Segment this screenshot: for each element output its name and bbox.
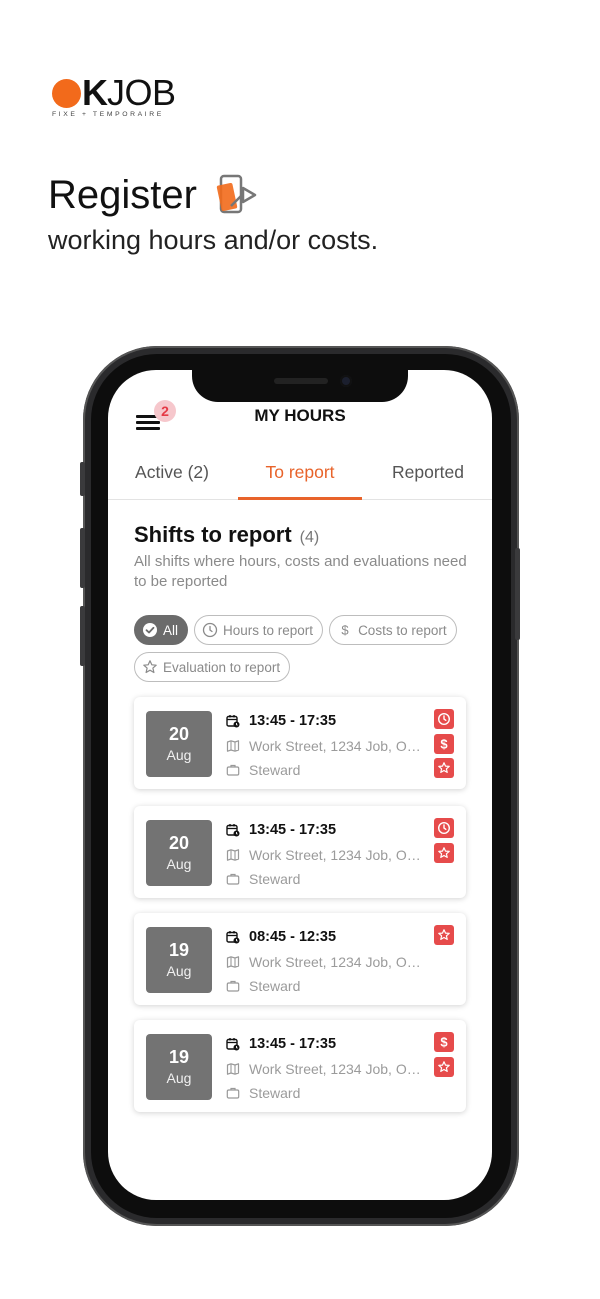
shift-info: 13:45 - 17:35 Work Street, 1234 Job, Op.… xyxy=(226,818,426,892)
shift-day: 19 xyxy=(168,1047,190,1067)
hero-subtitle: working hours and/or costs. xyxy=(48,225,379,255)
page-title: MY HOURS xyxy=(254,406,346,425)
shifts-section-header: Shifts to report (4) All shifts where ho… xyxy=(134,522,474,592)
filter-label: Costs to report xyxy=(358,622,447,638)
shift-role: Steward xyxy=(249,978,301,995)
logo-o-circle xyxy=(52,78,81,108)
shift-month: Aug xyxy=(166,963,192,979)
shift-role: Steward xyxy=(249,1085,301,1102)
logo-k: K xyxy=(82,72,108,113)
map-icon xyxy=(226,1062,240,1075)
shift-day: 20 xyxy=(168,833,190,853)
filter-evaluation-to-report[interactable]: Evaluation to report xyxy=(134,652,291,682)
briefcase-icon xyxy=(226,874,240,885)
clock-flag-icon xyxy=(434,709,454,729)
shift-day: 19 xyxy=(168,940,190,960)
app-screen: 2 MY HOURS Active (2) To report Reported… xyxy=(108,370,492,1200)
phone-camera xyxy=(340,375,352,387)
shift-date: 20 Aug xyxy=(146,820,212,886)
svg-text:$: $ xyxy=(440,737,448,751)
phone-volume-down xyxy=(80,606,85,666)
shift-month: Aug xyxy=(166,747,192,763)
shift-time: 08:45 - 12:35 xyxy=(249,929,337,946)
shift-card[interactable]: 20 Aug 13:45 - 17:35 Work Street, 1234 J… xyxy=(134,806,466,898)
shift-card[interactable]: 19 Aug 08:45 - 12:35 Work Street, 1234 J… xyxy=(134,913,466,1005)
dollar-icon: $ xyxy=(341,623,349,638)
calendar-clock-icon xyxy=(226,715,240,728)
filter-costs-to-report[interactable]: $ Costs to report xyxy=(329,615,457,645)
star-icon xyxy=(143,660,157,674)
svg-text:$: $ xyxy=(440,1035,448,1049)
shift-role: Steward xyxy=(249,871,301,888)
dollar-flag-icon: $ xyxy=(434,1032,454,1052)
shift-date: 20 Aug xyxy=(146,711,212,777)
shift-card[interactable]: 19 Aug 13:45 - 17:35 Work Street, 1234 J… xyxy=(134,1020,466,1112)
shift-address: Work Street, 1234 Job, Op... xyxy=(249,953,423,970)
briefcase-icon xyxy=(226,981,240,992)
filter-hours-to-report[interactable]: Hours to report xyxy=(194,615,324,645)
shift-day: 20 xyxy=(168,724,190,744)
shift-address: Work Street, 1234 Job, Op... xyxy=(249,737,423,754)
filter-label: All xyxy=(163,622,179,638)
shift-address: Work Street, 1234 Job, Op... xyxy=(249,1060,423,1077)
tab-active[interactable]: Active (2) xyxy=(108,458,236,499)
calendar-clock-icon xyxy=(226,1038,240,1051)
map-icon xyxy=(226,848,240,861)
filter-label: Hours to report xyxy=(223,622,314,638)
filter-all[interactable]: All xyxy=(134,615,189,645)
shift-date: 19 Aug xyxy=(146,1034,212,1100)
hero-title: Register xyxy=(48,173,197,217)
check-circle-icon xyxy=(143,623,157,637)
menu-icon-bar xyxy=(136,427,160,430)
shift-date: 19 Aug xyxy=(146,927,212,993)
shift-status-flags: $ xyxy=(434,709,454,778)
shift-month: Aug xyxy=(166,1070,192,1086)
dollar-flag-icon: $ xyxy=(434,733,454,754)
calendar-clock-icon xyxy=(226,824,240,837)
shift-time: 13:45 - 17:35 xyxy=(249,822,337,839)
star-flag-icon xyxy=(434,925,454,945)
tab-bar: Active (2) To report Reported xyxy=(108,458,492,500)
map-icon xyxy=(226,955,240,968)
phone-mute-switch xyxy=(80,462,85,496)
filter-chips: All Hours to report $ Costs to report Ev… xyxy=(134,615,484,682)
logo-job: JOB xyxy=(107,72,176,113)
phone-power-button xyxy=(515,548,520,640)
shift-time: 13:45 - 17:35 xyxy=(249,713,337,730)
phone-speaker xyxy=(274,378,328,384)
star-flag-icon xyxy=(434,758,454,778)
phone-tap-icon xyxy=(216,174,257,214)
shift-address: Work Street, 1234 Job, Op... xyxy=(249,846,423,863)
briefcase-icon xyxy=(226,765,240,776)
shift-time: 13:45 - 17:35 xyxy=(249,1036,337,1053)
clock-icon xyxy=(202,622,218,638)
logo-tagline: FIXE + TEMPORAIRE xyxy=(52,111,164,118)
shift-month: Aug xyxy=(166,856,192,872)
shift-info: 08:45 - 12:35 Work Street, 1234 Job, Op.… xyxy=(226,925,426,999)
section-description: All shifts where hours, costs and evalua… xyxy=(134,553,467,590)
clock-flag-icon xyxy=(434,818,454,838)
phone-volume-up xyxy=(80,528,85,588)
shift-status-flags xyxy=(434,925,454,945)
shift-status-flags: $ xyxy=(434,1032,454,1077)
hero-headline: Register xyxy=(48,170,261,220)
okjob-logo: K JOB FIXE + TEMPORAIRE xyxy=(52,72,182,122)
section-count: (4) xyxy=(299,529,320,546)
shift-role: Steward xyxy=(249,762,301,779)
svg-text:$: $ xyxy=(341,623,349,638)
star-flag-icon xyxy=(434,842,454,863)
filter-label: Evaluation to report xyxy=(163,659,281,675)
shift-info: 13:45 - 17:35 Work Street, 1234 Job, Op.… xyxy=(226,1032,426,1106)
star-flag-icon xyxy=(434,1056,454,1077)
app-header: 2 MY HOURS xyxy=(108,400,492,440)
calendar-clock-icon xyxy=(226,931,240,944)
shift-info: 13:45 - 17:35 Work Street, 1234 Job, Op.… xyxy=(226,709,426,783)
section-title: Shifts to report xyxy=(134,522,292,547)
shift-status-flags xyxy=(434,818,454,863)
shift-card[interactable]: 20 Aug 13:45 - 17:35 Work Street, 1234 J… xyxy=(134,697,466,789)
tab-reported[interactable]: Reported xyxy=(364,458,492,499)
map-icon xyxy=(226,739,240,752)
tab-to-report[interactable]: To report xyxy=(236,458,364,500)
briefcase-icon xyxy=(226,1088,240,1099)
